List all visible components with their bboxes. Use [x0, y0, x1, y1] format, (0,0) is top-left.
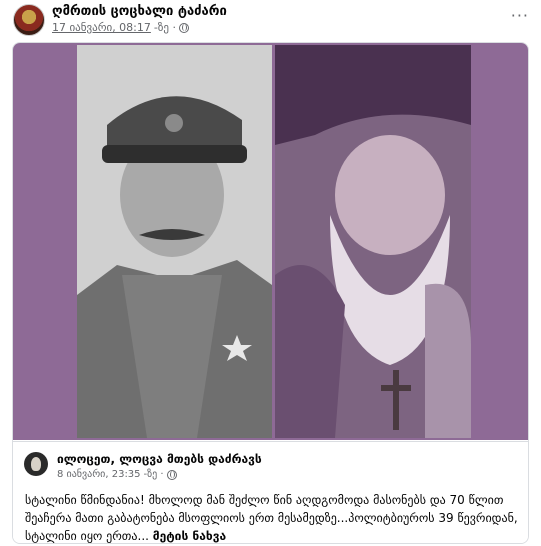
shared-author-name[interactable]: ილოცეთ, ლოცვა მთებს დაძრავს — [57, 452, 262, 466]
more-options-icon[interactable]: ··· — [511, 6, 529, 25]
left-photo-illustration — [77, 45, 272, 438]
page-name-link[interactable]: ღმრთის ცოცხალი ტაძარი — [52, 4, 227, 19]
shared-post-text: სტალინი წმინდანია! მხოლოდ მან შეძლო წინ … — [25, 491, 520, 543]
see-more-link[interactable]: მეტის ნახვა — [153, 529, 226, 543]
shared-author-avatar[interactable] — [24, 452, 48, 476]
globe-icon — [166, 469, 177, 480]
right-photo — [275, 45, 471, 438]
shared-post-card[interactable]: ილოცეთ, ლოცვა მთებს დაძრავს 8 იანვარი, 2… — [12, 42, 529, 544]
left-photo — [77, 45, 272, 438]
page-avatar[interactable] — [13, 4, 45, 36]
post-date-link[interactable]: 17 იანვარი, 08:17 — [52, 21, 151, 34]
globe-icon — [178, 22, 189, 33]
shared-post-details[interactable]: ილოცეთ, ლოცვა მთებს დაძრავს 8 იანვარი, 2… — [13, 441, 528, 543]
post-media[interactable] — [13, 43, 528, 440]
post-date-suffix: -ზე · — [153, 21, 176, 34]
post-header: ღმრთის ცოცხალი ტაძარი 17 იანვარი, 08:17 … — [0, 0, 541, 38]
shared-post-meta: 8 იანვარი, 23:35 -ზე · — [57, 469, 177, 480]
shared-post-date[interactable]: 8 იანვარი, 23:35 — [57, 469, 141, 480]
shared-post-date-suffix: -ზე · — [143, 469, 164, 480]
right-photo-illustration — [275, 45, 471, 438]
shared-post-body: სტალინი წმინდანია! მხოლოდ მან შეძლო წინ … — [25, 493, 518, 543]
post-meta: 17 იანვარი, 08:17 -ზე · — [52, 21, 189, 34]
